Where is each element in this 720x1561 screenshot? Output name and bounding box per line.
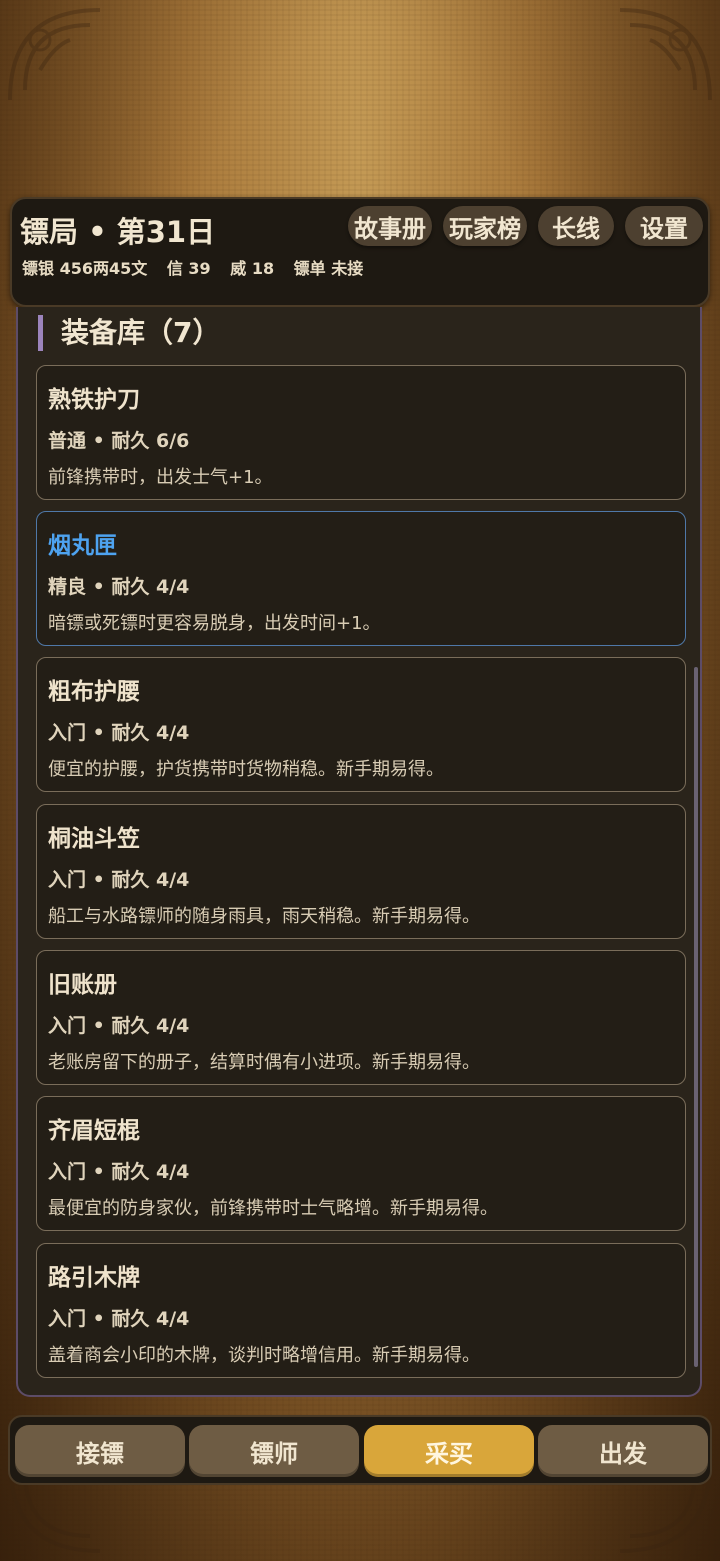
item-meta: 普通 • 耐久 6/6: [48, 430, 190, 452]
item-name: 齐眉短棍: [48, 1118, 140, 1144]
item-desc: 便宜的护腰，护货携带时货物稍稳。新手期易得。: [48, 759, 444, 780]
equipment-card[interactable]: 桐油斗笠 入门 • 耐久 4/4 船工与水路镖师的随身雨具，雨天稍稳。新手期易得…: [36, 804, 686, 939]
tab-escorts[interactable]: 镖师: [189, 1425, 359, 1477]
item-desc: 前锋携带时，出发士气+1。: [48, 467, 273, 488]
player-ranking-button[interactable]: 玩家榜: [443, 206, 527, 246]
equipment-card[interactable]: 粗布护腰 入门 • 耐久 4/4 便宜的护腰，护货携带时货物稍稳。新手期易得。: [36, 657, 686, 792]
corner-ornament-icon: [619, 8, 712, 101]
prestige-stat: 威 18: [230, 259, 275, 278]
equipment-card[interactable]: 旧账册 入门 • 耐久 4/4 老账房留下的册子，结算时偶有小进项。新手期易得。: [36, 950, 686, 1085]
item-desc: 盖着商会小印的木牌，谈判时略增信用。新手期易得。: [48, 1345, 480, 1366]
item-meta: 入门 • 耐久 4/4: [48, 1015, 190, 1037]
item-meta: 精良 • 耐久 4/4: [48, 576, 190, 598]
corner-ornament-icon: [8, 8, 101, 101]
silver-stat: 镖银 456两45文: [22, 259, 148, 278]
item-meta: 入门 • 耐久 4/4: [48, 1161, 190, 1183]
bottom-nav: 接镖 镖师 采买 出发: [8, 1415, 712, 1485]
item-meta: 入门 • 耐久 4/4: [48, 869, 190, 891]
item-name: 烟丸匣: [48, 533, 117, 559]
equipment-card-selected[interactable]: 烟丸匣 精良 • 耐久 4/4 暗镖或死镖时更容易脱身，出发时间+1。: [36, 511, 686, 646]
item-name: 旧账册: [48, 972, 117, 998]
item-name: 桐油斗笠: [48, 826, 140, 852]
status-header: 镖局 • 第31日 镖银 456两45文 信 39 威 18 镖单 未接 故事册…: [10, 197, 710, 307]
trust-stat: 信 39: [166, 259, 211, 278]
story-book-button[interactable]: 故事册: [348, 206, 432, 246]
item-desc: 船工与水路镖师的随身雨具，雨天稍稳。新手期易得。: [48, 906, 480, 927]
equipment-card[interactable]: 路引木牌 入门 • 耐久 4/4 盖着商会小印的木牌，谈判时略增信用。新手期易得…: [36, 1243, 686, 1378]
order-stat: 镖单 未接: [293, 259, 364, 278]
stats-bar: 镖银 456两45文 信 39 威 18 镖单 未接: [22, 255, 377, 279]
equipment-panel[interactable]: 装备库（7） 熟铁护刀 普通 • 耐久 6/6 前锋携带时，出发士气+1。 烟丸…: [16, 307, 702, 1397]
section-title: 装备库（7）: [38, 315, 220, 351]
page-title: 镖局 • 第31日: [20, 215, 216, 249]
tab-accept-escort[interactable]: 接镖: [15, 1425, 185, 1477]
item-desc: 老账房留下的册子，结算时偶有小进项。新手期易得。: [48, 1052, 480, 1073]
long-line-button[interactable]: 长线: [538, 206, 614, 246]
item-name: 路引木牌: [48, 1265, 140, 1291]
scrollbar[interactable]: [694, 667, 698, 1367]
item-desc: 最便宜的防身家伙，前锋携带时士气略增。新手期易得。: [48, 1198, 498, 1219]
equipment-card[interactable]: 熟铁护刀 普通 • 耐久 6/6 前锋携带时，出发士气+1。: [36, 365, 686, 500]
item-meta: 入门 • 耐久 4/4: [48, 1308, 190, 1330]
settings-button[interactable]: 设置: [625, 206, 703, 246]
item-meta: 入门 • 耐久 4/4: [48, 722, 190, 744]
tab-depart[interactable]: 出发: [538, 1425, 708, 1477]
item-name: 粗布护腰: [48, 679, 140, 705]
item-desc: 暗镖或死镖时更容易脱身，出发时间+1。: [48, 613, 381, 634]
item-name: 熟铁护刀: [48, 387, 140, 413]
tab-purchase[interactable]: 采买: [364, 1425, 534, 1477]
equipment-card[interactable]: 齐眉短棍 入门 • 耐久 4/4 最便宜的防身家伙，前锋携带时士气略增。新手期易…: [36, 1096, 686, 1231]
